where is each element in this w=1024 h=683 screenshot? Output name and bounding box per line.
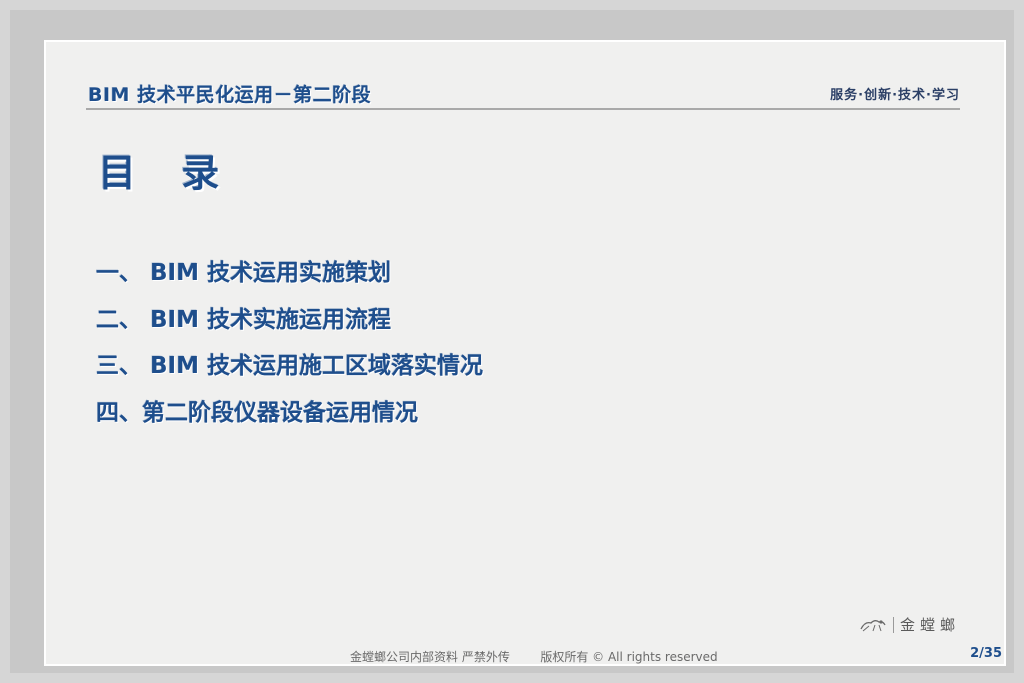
- toc-item-2[interactable]: 二、 BIM 技术实施运用流程: [96, 297, 483, 344]
- company-logo: 金螳螂: [859, 614, 960, 635]
- logo-separator: [892, 616, 894, 633]
- toc-item-1[interactable]: 一、 BIM 技术运用实施策划: [96, 250, 483, 297]
- slide-frame: BIM 技术平民化运用－第二阶段 服务·创新·技术·学习 目 录 一、 BIM …: [10, 10, 1014, 673]
- mantis-logo-icon: [860, 619, 886, 631]
- header-title: BIM 技术平民化运用－第二阶段: [88, 84, 372, 106]
- toc-list: 一、 BIM 技术运用实施策划 二、 BIM 技术实施运用流程 三、 BIM 技…: [96, 250, 483, 436]
- header-divider: [86, 108, 960, 110]
- page-number: 2/35: [970, 646, 1002, 661]
- footer-copyright: 金螳螂公司内部资料 严禁外传 版权所有 © All rights reserve…: [350, 650, 718, 664]
- toc-title: 目 录: [98, 151, 236, 195]
- logo-text: 金螳螂: [899, 616, 960, 634]
- toc-item-4[interactable]: 四、第二阶段仪器设备运用情况: [96, 390, 483, 437]
- slide: BIM 技术平民化运用－第二阶段 服务·创新·技术·学习 目 录 一、 BIM …: [44, 40, 1006, 666]
- header-motto: 服务·创新·技术·学习: [830, 88, 960, 103]
- toc-item-3[interactable]: 三、 BIM 技术运用施工区域落实情况: [96, 343, 483, 390]
